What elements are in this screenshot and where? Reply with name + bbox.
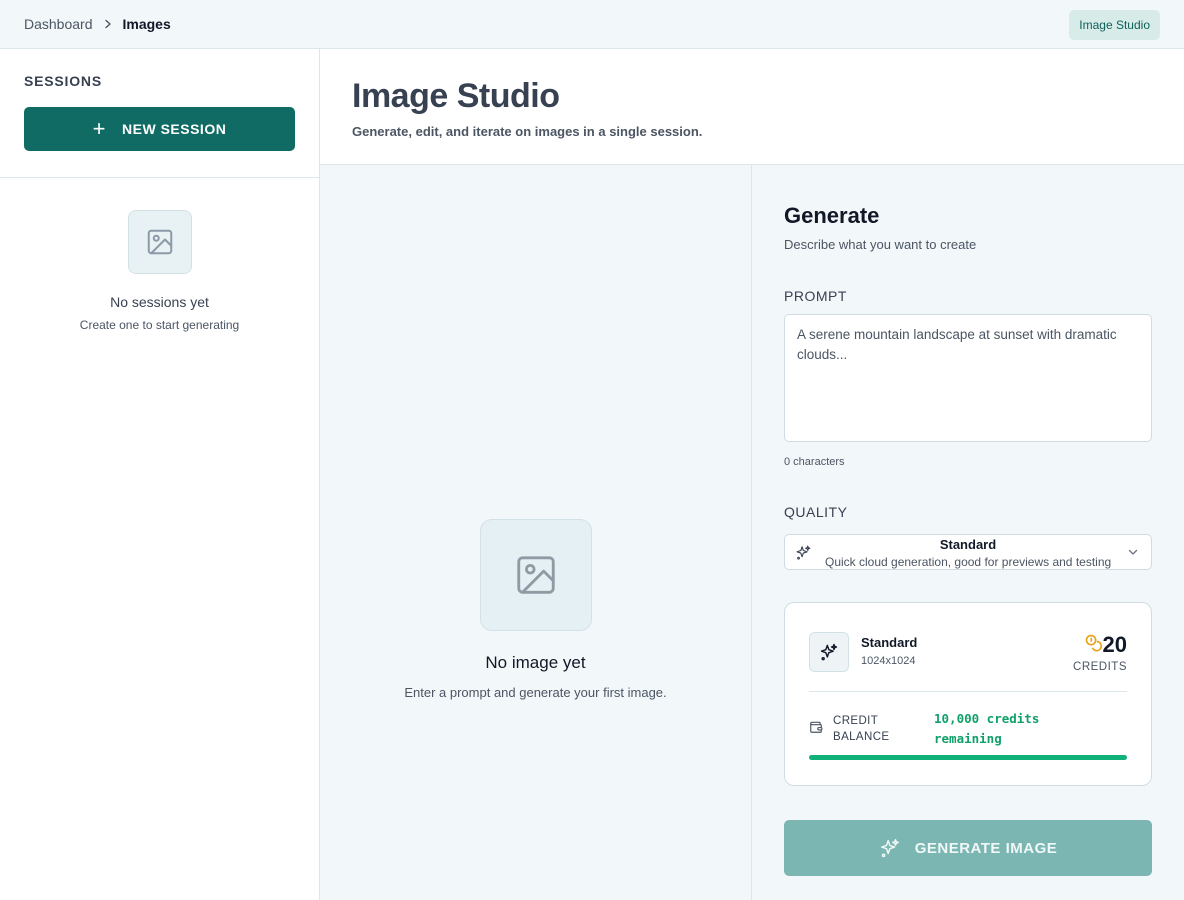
card-divider [809, 691, 1127, 692]
quality-label: QUALITY [784, 504, 848, 520]
generate-image-button[interactable]: GENERATE IMAGE [784, 820, 1152, 876]
wallet-icon [809, 720, 823, 739]
generate-image-label: GENERATE IMAGE [914, 839, 1058, 857]
sparkles-icon [879, 837, 901, 859]
tier-name: Standard [861, 635, 918, 650]
credit-balance-label-text: CREDIT BALANCE [833, 715, 890, 743]
chevron-right-icon [103, 19, 113, 29]
prompt-label: PROMPT [784, 288, 847, 304]
breadcrumb-current: Images [122, 16, 171, 32]
sessions-empty-subtitle: Create one to start generating [79, 318, 240, 332]
page-subtitle: Generate, edit, and iterate on images in… [352, 124, 703, 139]
tier-resolution: 1024x1024 [861, 655, 916, 667]
top-bar: Dashboard Images Image Studio [0, 0, 1184, 49]
canvas-empty-title: No image yet [485, 653, 586, 672]
sidebar-header: SESSIONS + NEW SESSION [0, 49, 319, 178]
generate-panel: Generate Describe what you want to creat… [752, 165, 1184, 900]
new-session-label: NEW SESSION [122, 121, 227, 137]
sessions-title: SESSIONS [24, 73, 102, 89]
quality-description: Quick cloud generation, good for preview… [825, 555, 1112, 569]
image-icon [127, 210, 192, 274]
credit-balance-progress [809, 755, 1127, 760]
credit-balance-progress-fill [809, 755, 1127, 760]
plus-icon: + [92, 116, 107, 141]
page-title: Image Studio [352, 77, 560, 115]
chevron-down-icon [1127, 545, 1139, 563]
generate-title: Generate [784, 203, 880, 228]
credit-balance-label: CREDIT BALANCE [833, 713, 897, 745]
credit-balance-value: 10,000 credits remaining [934, 709, 1064, 749]
image-icon [479, 519, 592, 631]
quality-select[interactable]: Standard Quick cloud generation, good fo… [784, 534, 1152, 570]
new-session-button[interactable]: + NEW SESSION [24, 107, 295, 151]
prompt-input[interactable] [784, 314, 1152, 442]
image-studio-badge[interactable]: Image Studio [1069, 10, 1160, 40]
credit-cost-card: Standard 1024x1024 20 CREDITS CREDIT BAL… [784, 602, 1152, 786]
sessions-sidebar: SESSIONS + NEW SESSION No sessions yet C… [0, 49, 320, 900]
sessions-empty-state: No sessions yet Create one to start gene… [0, 178, 319, 332]
quality-selected-value: Standard [939, 537, 997, 552]
generate-subtitle: Describe what you want to create [784, 237, 977, 252]
credits-unit: CREDITS [1073, 661, 1127, 673]
sessions-empty-title: No sessions yet [110, 294, 209, 310]
breadcrumb: Dashboard Images [24, 16, 171, 32]
coins-icon [1084, 633, 1104, 658]
credits-cost: 20 [1102, 632, 1127, 657]
sparkles-icon [809, 632, 849, 672]
page-header: Image Studio Generate, edit, and iterate… [320, 49, 1184, 165]
canvas-empty-subtitle: Enter a prompt and generate your first i… [404, 685, 667, 700]
credit-balance-value-text: 10,000 credits remaining [934, 711, 1040, 746]
character-count: 0 characters [784, 456, 845, 468]
image-canvas: No image yet Enter a prompt and generate… [320, 165, 752, 900]
breadcrumb-dashboard-link[interactable]: Dashboard [24, 16, 93, 32]
